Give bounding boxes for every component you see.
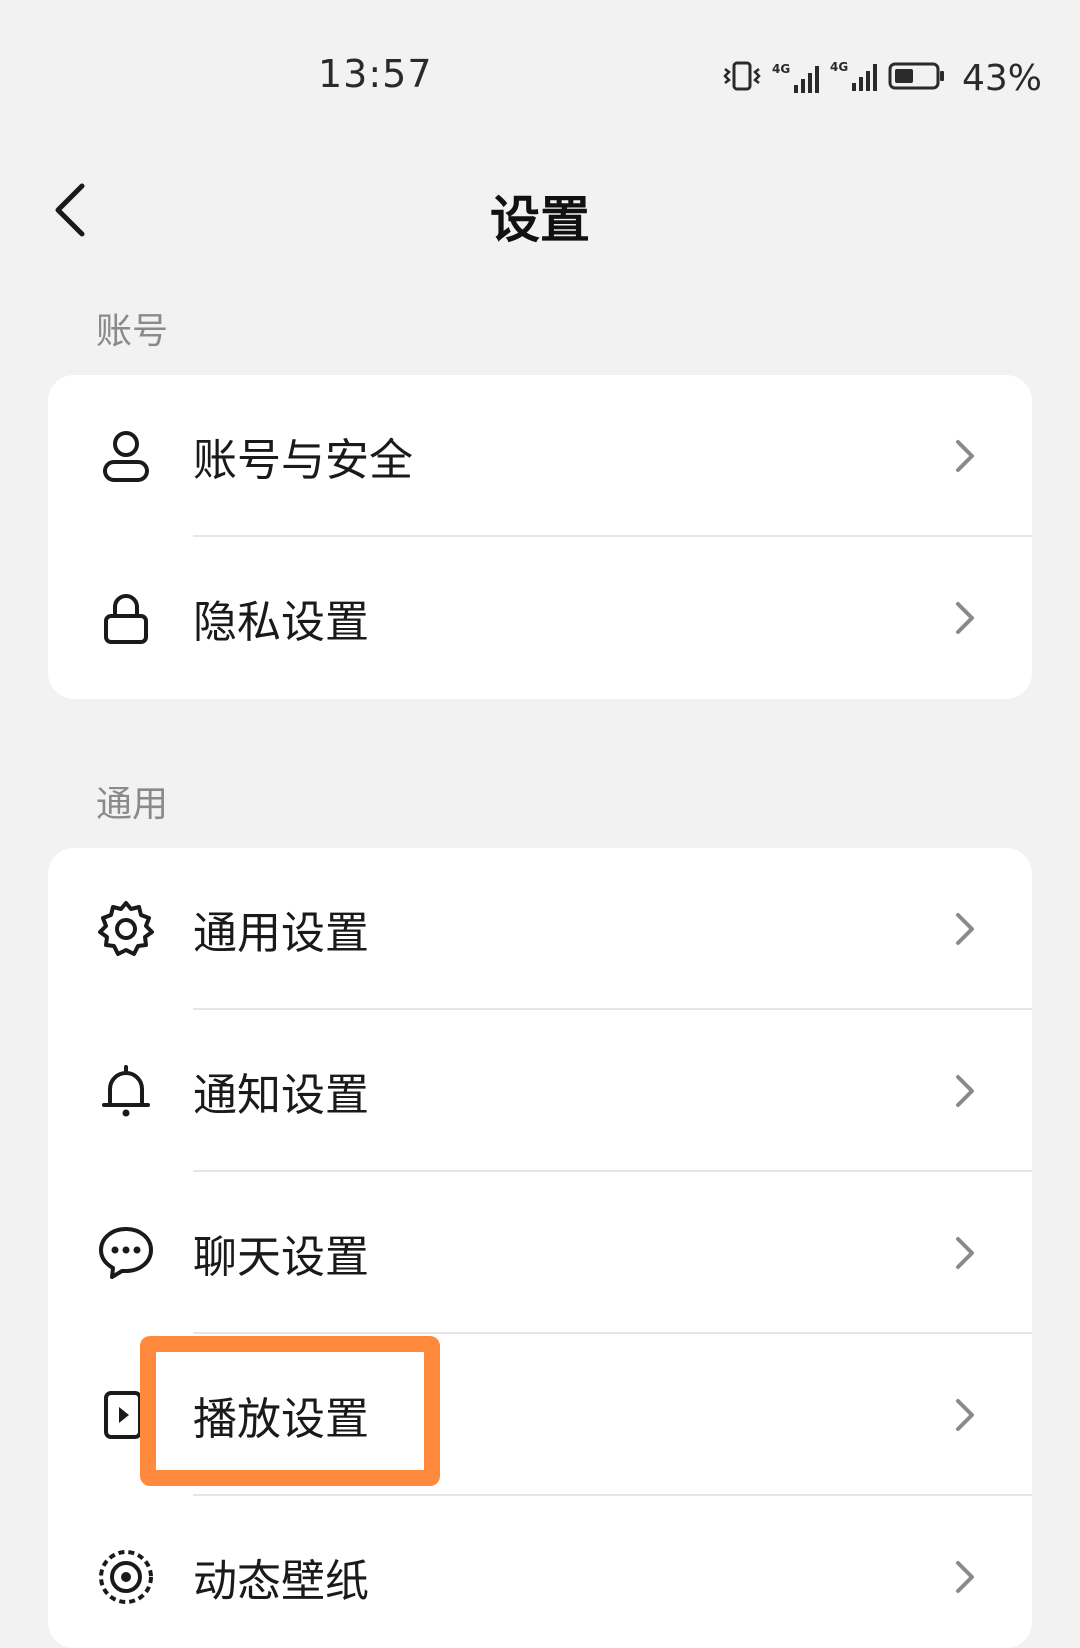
list-item-account-security[interactable]: 账号与安全	[48, 375, 1032, 537]
gear-icon	[96, 899, 156, 959]
status-bar: 13:57 4G 4G 43%	[0, 0, 1080, 160]
account-card: 账号与安全 隐私设置	[48, 375, 1032, 699]
page-title: 设置	[490, 191, 590, 249]
user-icon	[96, 426, 156, 486]
list-item-general-settings[interactable]: 通用设置	[48, 848, 1032, 1010]
signal-icon: 4G	[830, 59, 878, 97]
chevron-right-icon	[956, 1399, 974, 1431]
list-item-label: 聊天设置	[193, 1232, 369, 1283]
chevron-right-icon	[956, 1237, 974, 1269]
chevron-right-icon	[956, 1561, 974, 1593]
list-item-notification-settings[interactable]: 通知设置	[48, 1010, 1032, 1172]
section-label-general: 通用	[96, 784, 169, 825]
vibrate-icon	[722, 60, 762, 96]
general-card: 通用设置 通知设置 聊天设置 播放设置 动态壁纸	[48, 848, 1032, 1648]
wallpaper-icon	[96, 1547, 156, 1607]
network-label-2: 4G	[830, 60, 848, 74]
network-label-1: 4G	[772, 62, 790, 76]
list-item-label: 隐私设置	[193, 597, 369, 648]
bell-icon	[96, 1061, 156, 1121]
list-item-label: 通知设置	[193, 1070, 369, 1121]
status-time: 13:57	[318, 52, 433, 96]
list-item-live-wallpaper[interactable]: 动态壁纸	[48, 1496, 1032, 1648]
battery-percent: 43%	[961, 57, 1042, 99]
list-item-label: 通用设置	[193, 908, 369, 959]
list-item-label: 播放设置	[193, 1394, 369, 1445]
list-item-privacy[interactable]: 隐私设置	[48, 537, 1032, 699]
chevron-right-icon	[956, 1075, 974, 1107]
chevron-right-icon	[956, 440, 974, 472]
chat-bubble-icon	[96, 1223, 156, 1283]
list-item-label: 账号与安全	[193, 435, 413, 486]
list-item-chat-settings[interactable]: 聊天设置	[48, 1172, 1032, 1334]
list-item-playback-settings[interactable]: 播放设置	[48, 1334, 1032, 1496]
nav-header: 设置	[0, 150, 1080, 270]
chevron-right-icon	[956, 602, 974, 634]
status-icons: 4G 4G 43%	[722, 56, 1042, 100]
section-label-account: 账号	[96, 311, 169, 352]
list-item-label: 动态壁纸	[193, 1556, 369, 1607]
signal-icon: 4G	[772, 61, 820, 95]
chevron-right-icon	[956, 913, 974, 945]
lock-icon	[96, 588, 156, 648]
battery-icon	[888, 60, 946, 96]
play-icon	[96, 1385, 156, 1445]
